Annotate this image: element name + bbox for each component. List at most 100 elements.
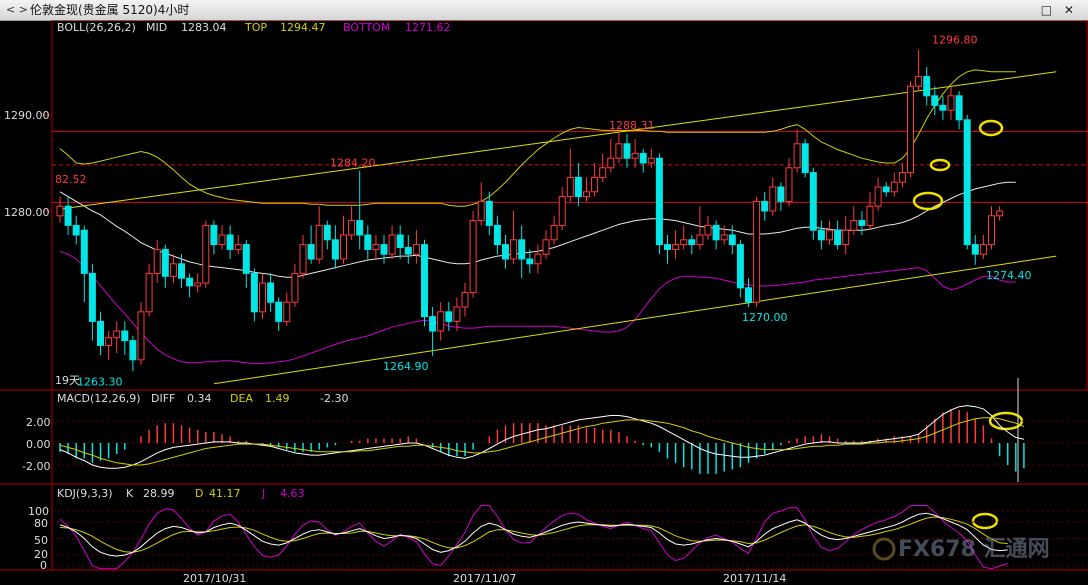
candle-down <box>639 152 647 164</box>
candle-down <box>331 239 339 260</box>
trendline <box>59 71 1057 210</box>
candle-down <box>429 316 437 332</box>
candle-down <box>404 246 412 255</box>
candle-down <box>226 234 234 250</box>
candle-up <box>696 234 704 246</box>
candle-up <box>453 306 461 322</box>
candle-up <box>469 220 477 294</box>
candle-up <box>542 239 550 255</box>
candle-down <box>356 220 364 236</box>
trendlines <box>59 71 1057 385</box>
candle-up <box>56 205 64 217</box>
candle-down <box>745 287 752 303</box>
boll-top-value: 1294.47 <box>280 21 326 34</box>
candle-up <box>169 263 177 277</box>
macd-diff-value: 0.34 <box>187 392 212 405</box>
candle-down <box>64 205 72 226</box>
candle-up <box>477 200 485 222</box>
candle-down <box>186 277 194 287</box>
candle-up <box>412 244 420 255</box>
candle-down <box>129 340 137 361</box>
candle-up <box>291 272 299 303</box>
candle-down <box>178 263 185 279</box>
candle-up <box>534 253 542 265</box>
candle-up <box>866 205 874 226</box>
candle-down <box>809 172 817 231</box>
candle-down <box>396 234 404 248</box>
candle-up <box>826 229 833 241</box>
candle-down <box>777 186 785 202</box>
boll-top-label: TOP <box>244 21 267 34</box>
candle-down <box>801 143 809 174</box>
kdj-d-label: D <box>195 487 203 500</box>
candle-down <box>882 186 890 193</box>
candle-down <box>88 272 96 322</box>
candle-up <box>299 244 307 274</box>
price-annotations: 82.52 1284.20 1288.31 1296.80 1263.30 1264.90… <box>55 34 1032 389</box>
y-tick-label: 1280.00 <box>4 206 50 219</box>
candle-down <box>858 220 866 226</box>
kdj-tick-label: 80 <box>34 517 48 530</box>
candle-up <box>218 234 226 246</box>
candle-up <box>194 282 202 287</box>
price-annotation: 1284.20 <box>330 157 376 170</box>
highlight-circle <box>929 158 951 172</box>
candle-up <box>591 176 599 193</box>
candle-down <box>380 244 388 255</box>
x-tick-label: 2017/11/07 <box>453 572 516 585</box>
macd-dea-value: 1.49 <box>265 392 290 405</box>
macd-dea-label: DEA <box>230 392 253 405</box>
candle-up <box>566 176 574 198</box>
candle-up <box>915 76 923 87</box>
candle-down <box>161 248 169 277</box>
chart-canvas[interactable]: 82.52 1284.20 1288.31 1296.80 1263.30 1264.90… <box>0 20 1088 585</box>
candle-down <box>655 157 663 246</box>
price-annotation: 1274.40 <box>986 269 1032 282</box>
candlestick-series <box>56 49 1004 372</box>
kdj-j-value: 4.63 <box>280 487 305 500</box>
y-tick-label: 1290.00 <box>4 109 50 122</box>
candle-down <box>712 224 720 241</box>
window-title: 伦敦金现(贵金属 5120)4小时 <box>30 3 190 17</box>
candle-up <box>672 244 680 250</box>
kdj-tick-label: 50 <box>34 534 48 547</box>
boll-bottom-label: BOTTOM <box>343 21 390 34</box>
boll-mid-label: MID <box>146 21 167 34</box>
candle-up <box>907 85 914 174</box>
candle-down <box>971 244 979 255</box>
candle-up <box>850 220 858 231</box>
candle-down <box>963 119 971 246</box>
candle-up <box>259 282 266 313</box>
candle-down <box>250 272 258 313</box>
macd-tick-label: -2.00 <box>22 460 50 473</box>
window-controls[interactable]: □ ✕ <box>1041 0 1078 20</box>
macd-series <box>52 405 1088 474</box>
price-annotation: 1296.80 <box>932 34 978 47</box>
candle-up <box>607 157 615 169</box>
macd-diff-label: DIFF <box>151 392 175 405</box>
macd-diff-line <box>59 405 1025 469</box>
kdj-j-line <box>59 505 1008 570</box>
candle-down <box>210 224 218 246</box>
price-annotation: 1288.31 <box>609 119 655 132</box>
x-tick-label: 2017/10/31 <box>183 572 246 585</box>
candle-up <box>704 224 712 236</box>
candle-up <box>979 244 987 255</box>
candle-up <box>388 234 396 255</box>
candle-up <box>583 191 590 198</box>
candle-down <box>939 104 947 111</box>
candle-up <box>340 234 347 260</box>
candle-up <box>615 143 623 159</box>
candle-up <box>793 143 801 169</box>
candle-down <box>688 239 696 246</box>
kdj-k-label: K <box>126 487 134 500</box>
boll-legend-name: BOLL(26,26,2) <box>57 21 136 34</box>
kdj-j-label: J <box>261 487 265 500</box>
candle-up <box>153 248 161 274</box>
candle-down <box>323 224 331 241</box>
macd-tick-label: 0.00 <box>26 438 51 451</box>
kdj-k-value: 28.99 <box>143 487 175 500</box>
window-nav-arrows[interactable]: < > <box>6 0 28 20</box>
candle-up <box>988 215 995 246</box>
candle-up <box>898 172 906 183</box>
